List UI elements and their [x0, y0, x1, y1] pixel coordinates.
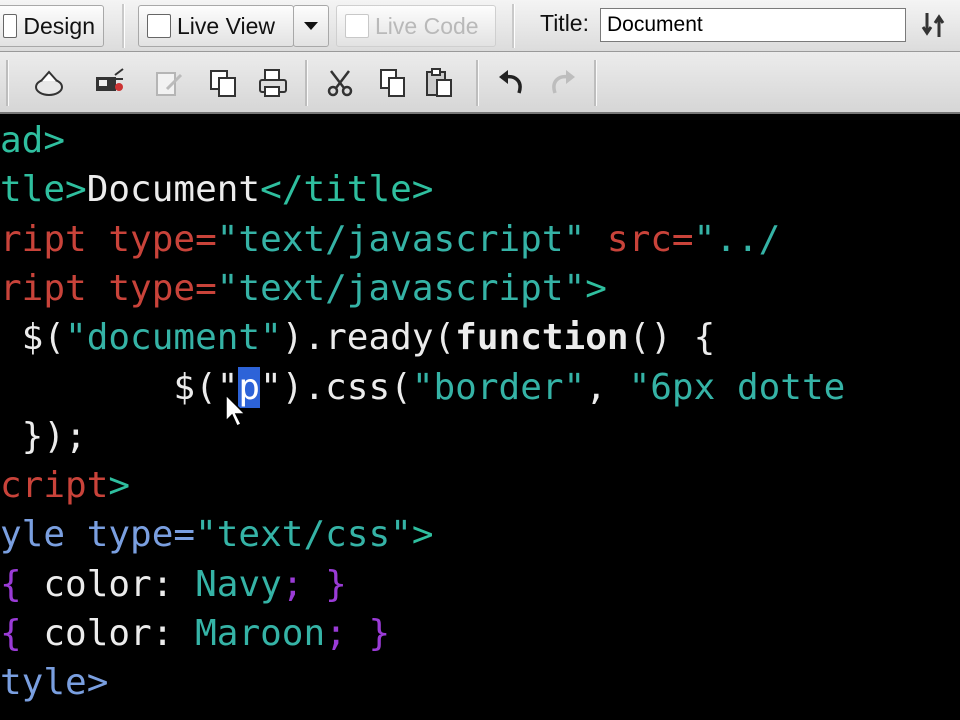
- code-token: "6px dotte: [628, 366, 846, 408]
- code-token: tyle>: [0, 662, 109, 704]
- toolbar-divider: [305, 60, 308, 106]
- live-view-label: Live View: [177, 12, 276, 39]
- cut-icon[interactable]: [322, 64, 360, 102]
- chevron-down-icon: [304, 22, 318, 30]
- code-token: :: [151, 563, 196, 605]
- duplicate-icon[interactable]: [374, 64, 412, 102]
- live-view-dropdown-button[interactable]: [293, 5, 329, 47]
- code-editor[interactable]: ad> tle>Document</title> ript type="text/j…: [0, 116, 960, 720]
- live-code-icon: [345, 14, 369, 38]
- live-view-button[interactable]: Live View: [138, 5, 294, 47]
- code-token: $(: [0, 317, 66, 359]
- code-line[interactable]: { color: Maroon; }: [0, 609, 390, 658]
- code-line[interactable]: ript type="text/javascript">: [0, 264, 607, 313]
- code-token: yle type=: [0, 514, 196, 556]
- code-token: "border": [411, 366, 586, 408]
- code-token: >: [585, 267, 607, 309]
- file-management-icon[interactable]: [918, 6, 956, 44]
- code-token: ad>: [0, 120, 66, 161]
- toolbar-divider: [6, 60, 9, 106]
- code-token: function: [455, 317, 629, 359]
- design-label: Design: [23, 12, 95, 39]
- code-token: "document": [65, 317, 282, 359]
- code-line[interactable]: tle>Document</title>: [0, 165, 433, 214]
- standard-toolbar: [0, 52, 960, 114]
- code-token: Maroon: [195, 613, 326, 654]
- code-token: ; }: [325, 613, 391, 654]
- mouse-pointer-icon: [225, 393, 247, 428]
- code-token: "text/css": [195, 514, 412, 556]
- code-line[interactable]: yle type="text/css">: [0, 510, 434, 559]
- code-token: {: [0, 563, 22, 605]
- code-token: ").css(: [260, 366, 412, 408]
- code-token: </title>: [260, 169, 434, 211]
- live-code-label: Live Code: [375, 12, 479, 39]
- code-token: :: [151, 613, 196, 654]
- toolbar-divider: [476, 60, 479, 106]
- code-token: cript: [0, 465, 109, 507]
- code-token: >: [411, 514, 434, 556]
- code-token: Navy: [195, 563, 282, 605]
- code-token: ; }: [281, 563, 347, 605]
- code-line[interactable]: ript type="text/javascript" src="../: [0, 215, 780, 264]
- toolbar-divider: [512, 4, 515, 48]
- toolbar-divider: [122, 4, 125, 48]
- site-icon[interactable]: [30, 64, 68, 102]
- copy-icon[interactable]: [204, 64, 242, 102]
- live-view-icon: [147, 14, 171, 38]
- code-line[interactable]: tyle>: [0, 658, 108, 707]
- code-line[interactable]: $("document").ready(function() {: [0, 313, 716, 362]
- paste-icon[interactable]: [420, 64, 458, 102]
- code-token: Document: [86, 169, 261, 211]
- code-token: color: [21, 563, 152, 605]
- code-line[interactable]: $("p").css("border", "6px dotte: [0, 363, 845, 412]
- undo-icon[interactable]: [492, 64, 530, 102]
- print-icon[interactable]: [254, 64, 292, 102]
- code-token: ript type=: [0, 218, 217, 260]
- code-token: ript type=: [0, 267, 217, 309]
- code-token: ,: [585, 366, 629, 408]
- code-line[interactable]: { color: Navy; }: [0, 560, 347, 609]
- edit-icon[interactable]: [150, 64, 188, 102]
- code-token: "text/javascript": [216, 218, 586, 260]
- code-token: tle>: [0, 169, 87, 211]
- code-token: src=: [585, 218, 694, 260]
- code-token: $(": [0, 366, 239, 408]
- code-token: {: [0, 613, 22, 654]
- design-view-button[interactable]: Design: [0, 5, 104, 47]
- code-token: color: [21, 613, 152, 654]
- toolbar-divider: [594, 60, 597, 106]
- code-token: "text/javascript": [216, 267, 586, 309]
- document-title-input[interactable]: [600, 8, 906, 42]
- code-token: });: [0, 415, 87, 457]
- title-label: Title:: [540, 10, 589, 36]
- code-line[interactable]: });: [0, 412, 87, 461]
- code-line[interactable]: cript>: [0, 461, 130, 510]
- code-line[interactable]: ad>: [0, 116, 65, 165]
- code-token: >: [108, 465, 131, 507]
- design-icon: [3, 14, 18, 38]
- media-icon[interactable]: [90, 64, 128, 102]
- document-toolbar: Design Live View Live Code Title:: [0, 0, 960, 52]
- live-code-button[interactable]: Live Code: [336, 5, 496, 47]
- code-token: "../: [693, 218, 781, 260]
- code-token: () {: [628, 317, 716, 359]
- redo-icon[interactable]: [544, 64, 582, 102]
- code-token: ).ready(: [281, 317, 456, 359]
